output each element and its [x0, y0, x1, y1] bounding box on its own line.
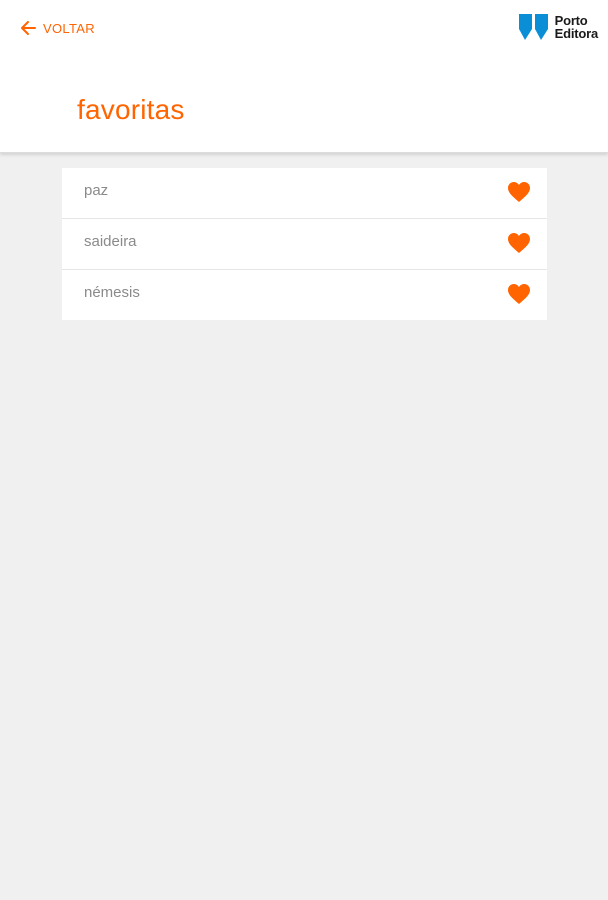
app-header: VOLTAR Porto Editora favoritas [0, 0, 608, 153]
logo-text-line2: Editora [554, 26, 599, 41]
page-title: favoritas [77, 94, 185, 125]
favorite-word: némesis [84, 284, 140, 301]
heart-icon[interactable] [507, 283, 531, 305]
favorite-item-paz[interactable]: paz [62, 168, 547, 219]
favorite-word: saideira [84, 233, 137, 250]
favorite-word: paz [84, 182, 109, 199]
heart-icon[interactable] [507, 232, 531, 254]
favorite-item-nemesis[interactable]: némesis [62, 270, 547, 320]
heart-icon[interactable] [507, 181, 531, 203]
favorites-list: paz saideira némesis [62, 168, 547, 320]
back-button[interactable]: VOLTAR [20, 18, 95, 38]
porto-editora-logo-icon [518, 14, 548, 40]
back-button-label: VOLTAR [43, 20, 95, 36]
logo-text: Porto Editora [554, 14, 599, 41]
favorite-item-saideira[interactable]: saideira [62, 219, 547, 270]
porto-editora-logo: Porto Editora [518, 12, 598, 42]
arrow-left-icon [21, 21, 36, 35]
